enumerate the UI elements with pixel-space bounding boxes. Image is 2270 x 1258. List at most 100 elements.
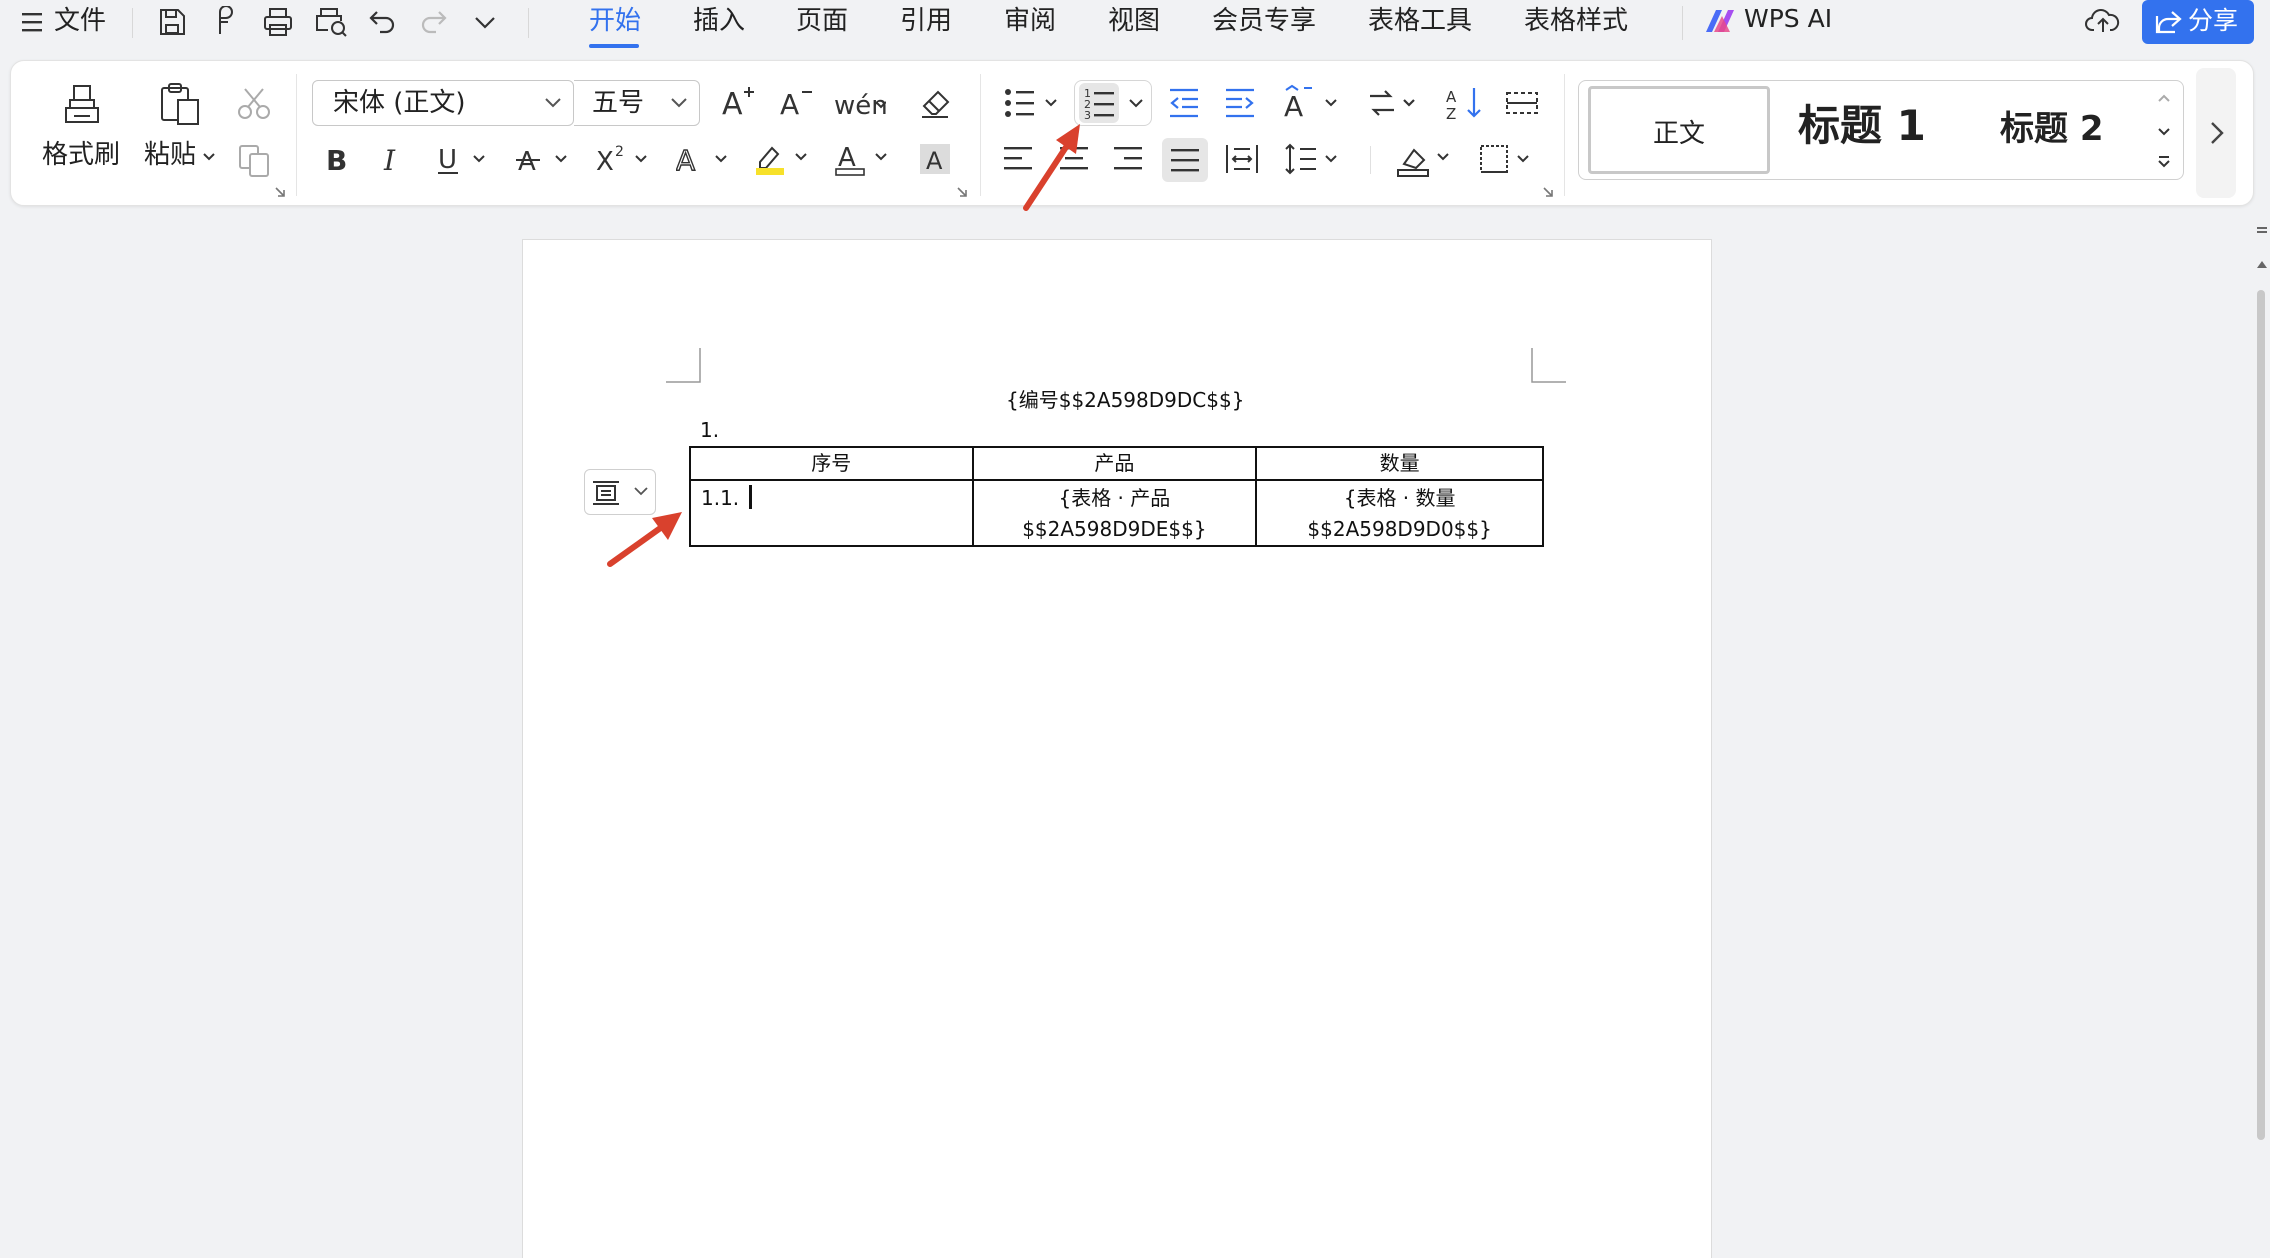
style-heading-2[interactable]: 标题 2 [2000,108,2104,150]
text-effect-icon[interactable]: A [676,142,732,176]
cut-icon[interactable] [236,86,272,122]
font-color-icon[interactable]: A [834,140,892,178]
highlight-color-icon[interactable] [754,140,812,178]
print-preview-icon[interactable] [314,6,347,38]
bullet-list-icon[interactable] [1004,86,1062,120]
numbered-list-icon: 123 [1079,83,1119,123]
numbered-list-button[interactable]: 123 [1074,80,1152,126]
justify-button[interactable] [1162,138,1208,182]
tab-home[interactable]: 开始 [589,4,641,38]
list-number[interactable]: 1. [700,418,719,442]
vertical-scrollbar[interactable] [2257,290,2265,1140]
svg-text:U: U [438,145,457,175]
justify-icon [1171,149,1199,172]
sort-icon[interactable]: AZ [1446,84,1486,122]
table-cell-seq[interactable]: 1.1. [689,479,974,547]
font-dialog-launcher-icon[interactable] [956,186,968,198]
svg-text:A: A [518,147,536,176]
file-menu[interactable]: 文件 [54,6,106,36]
tab-table-tools[interactable]: 表格工具 [1368,4,1472,38]
font-name-value: 宋体 (正文) [333,88,466,118]
table-cell-quantity[interactable]: {表格 · 数量 $$2A598D9D0$$} [1255,479,1544,547]
shrink-font-icon[interactable]: A [778,84,814,120]
format-painter-icon[interactable] [60,82,104,126]
wps-ai-logo-icon[interactable] [1704,6,1738,36]
style-heading-1[interactable]: 标题 1 [1798,102,1926,150]
tab-references[interactable]: 引用 [900,4,952,38]
hamburger-menu-icon[interactable] [22,10,44,34]
text-direction-icon[interactable]: A [1282,84,1340,122]
font-name-dropdown-icon [545,98,561,108]
paste-label[interactable]: 粘贴 [144,140,196,170]
tab-member[interactable]: 会员专享 [1212,4,1316,38]
table-header-cell[interactable]: 数量 [1255,446,1544,481]
paragraph-shading-icon[interactable] [1396,140,1456,178]
styles-scroll-down-icon[interactable] [2156,126,2172,138]
svg-text:A: A [676,144,695,176]
styles-expand-icon[interactable] [2156,154,2172,170]
decrease-indent-icon[interactable] [1166,86,1202,120]
quick-access-more-icon[interactable] [472,6,504,38]
paragraph-dialog-launcher-icon[interactable] [1542,186,1554,198]
styles-scroll-up-icon[interactable] [2156,92,2172,104]
annotation-arrow-table-cell [607,512,682,567]
clear-formatting-icon[interactable] [918,86,952,120]
table-row: 1.1. {表格 · 产品 $$2A598D9DE$$} {表格 · 数量 $$… [689,479,1544,547]
print-icon[interactable] [262,6,294,38]
show-hide-marks-icon[interactable] [1504,88,1540,118]
table-handle-dropdown-icon [634,487,648,496]
document-table[interactable]: 序号 产品 数量 1.1. {表格 · 产品 $$2A598D9DE$$} {表… [689,446,1544,547]
table-header-cell[interactable]: 序号 [689,446,974,481]
paste-dropdown-icon[interactable] [202,152,216,162]
grow-font-icon[interactable]: A [720,84,756,120]
numbered-list-dropdown-icon [1129,99,1143,108]
tab-page[interactable]: 页面 [796,4,848,38]
export-pdf-icon[interactable] [208,6,240,38]
paste-icon[interactable] [156,80,202,128]
format-painter-label[interactable]: 格式刷 [42,140,120,170]
line-spacing-icon[interactable] [1284,142,1344,176]
redo-icon[interactable] [418,6,450,38]
character-shading-icon[interactable]: A [918,142,952,176]
page-nav-icon[interactable] [2256,226,2268,242]
menu-bar: 文件 开始 插入 页面 引用 审阅 视图 会员专享 表格工具 表格样式 WPS … [0,0,2270,56]
bold-icon[interactable]: B [322,142,352,176]
share-button[interactable]: 分享 [2142,0,2254,44]
font-name-select[interactable]: 宋体 (正文) [312,80,574,126]
table-cell-product[interactable]: {表格 · 产品 $$2A598D9DE$$} [971,479,1258,547]
style-normal[interactable]: 正文 [1588,86,1770,174]
clipboard-dialog-launcher-icon[interactable] [274,186,286,198]
tab-view[interactable]: 视图 [1108,4,1160,38]
increase-indent-icon[interactable] [1222,86,1258,120]
tab-table-style[interactable]: 表格样式 [1524,4,1628,38]
ribbon-scroll-right[interactable] [2196,68,2236,198]
strikethrough-icon[interactable]: A [516,142,570,176]
svg-text:3: 3 [1084,109,1091,122]
save-icon[interactable] [156,6,188,38]
wps-ai-button[interactable]: WPS AI [1744,4,1832,34]
cloud-upload-icon[interactable] [2084,4,2122,36]
margin-mark-top-right [1531,348,1566,383]
align-right-icon[interactable] [1112,144,1144,174]
undo-icon[interactable] [366,6,398,38]
copy-icon[interactable] [236,142,272,178]
header-field[interactable]: {编号$$2A598D9DC$$} [1006,384,1244,413]
font-size-select[interactable]: 五号 [574,80,700,126]
phonetic-guide-icon[interactable]: wén [834,84,886,120]
chinese-layout-icon[interactable] [1366,86,1420,120]
font-size-value: 五号 [592,88,645,118]
superscript-icon[interactable]: X2 [596,142,652,176]
tab-review[interactable]: 审阅 [1004,4,1056,38]
borders-icon[interactable] [1478,142,1536,176]
underline-icon[interactable]: U [436,142,486,176]
cell-list-number: 1.1. [701,486,740,510]
italic-icon[interactable]: I [378,142,408,176]
scroll-up-icon[interactable] [2256,258,2268,270]
annotation-arrow-numbered-list [1023,124,1080,211]
tab-insert[interactable]: 插入 [693,4,745,38]
svg-text:X: X [596,147,614,176]
svg-text:Z: Z [1446,105,1456,122]
distributed-align-icon[interactable] [1224,142,1260,176]
table-header-cell[interactable]: 产品 [971,446,1258,481]
svg-text:A: A [1446,88,1457,106]
